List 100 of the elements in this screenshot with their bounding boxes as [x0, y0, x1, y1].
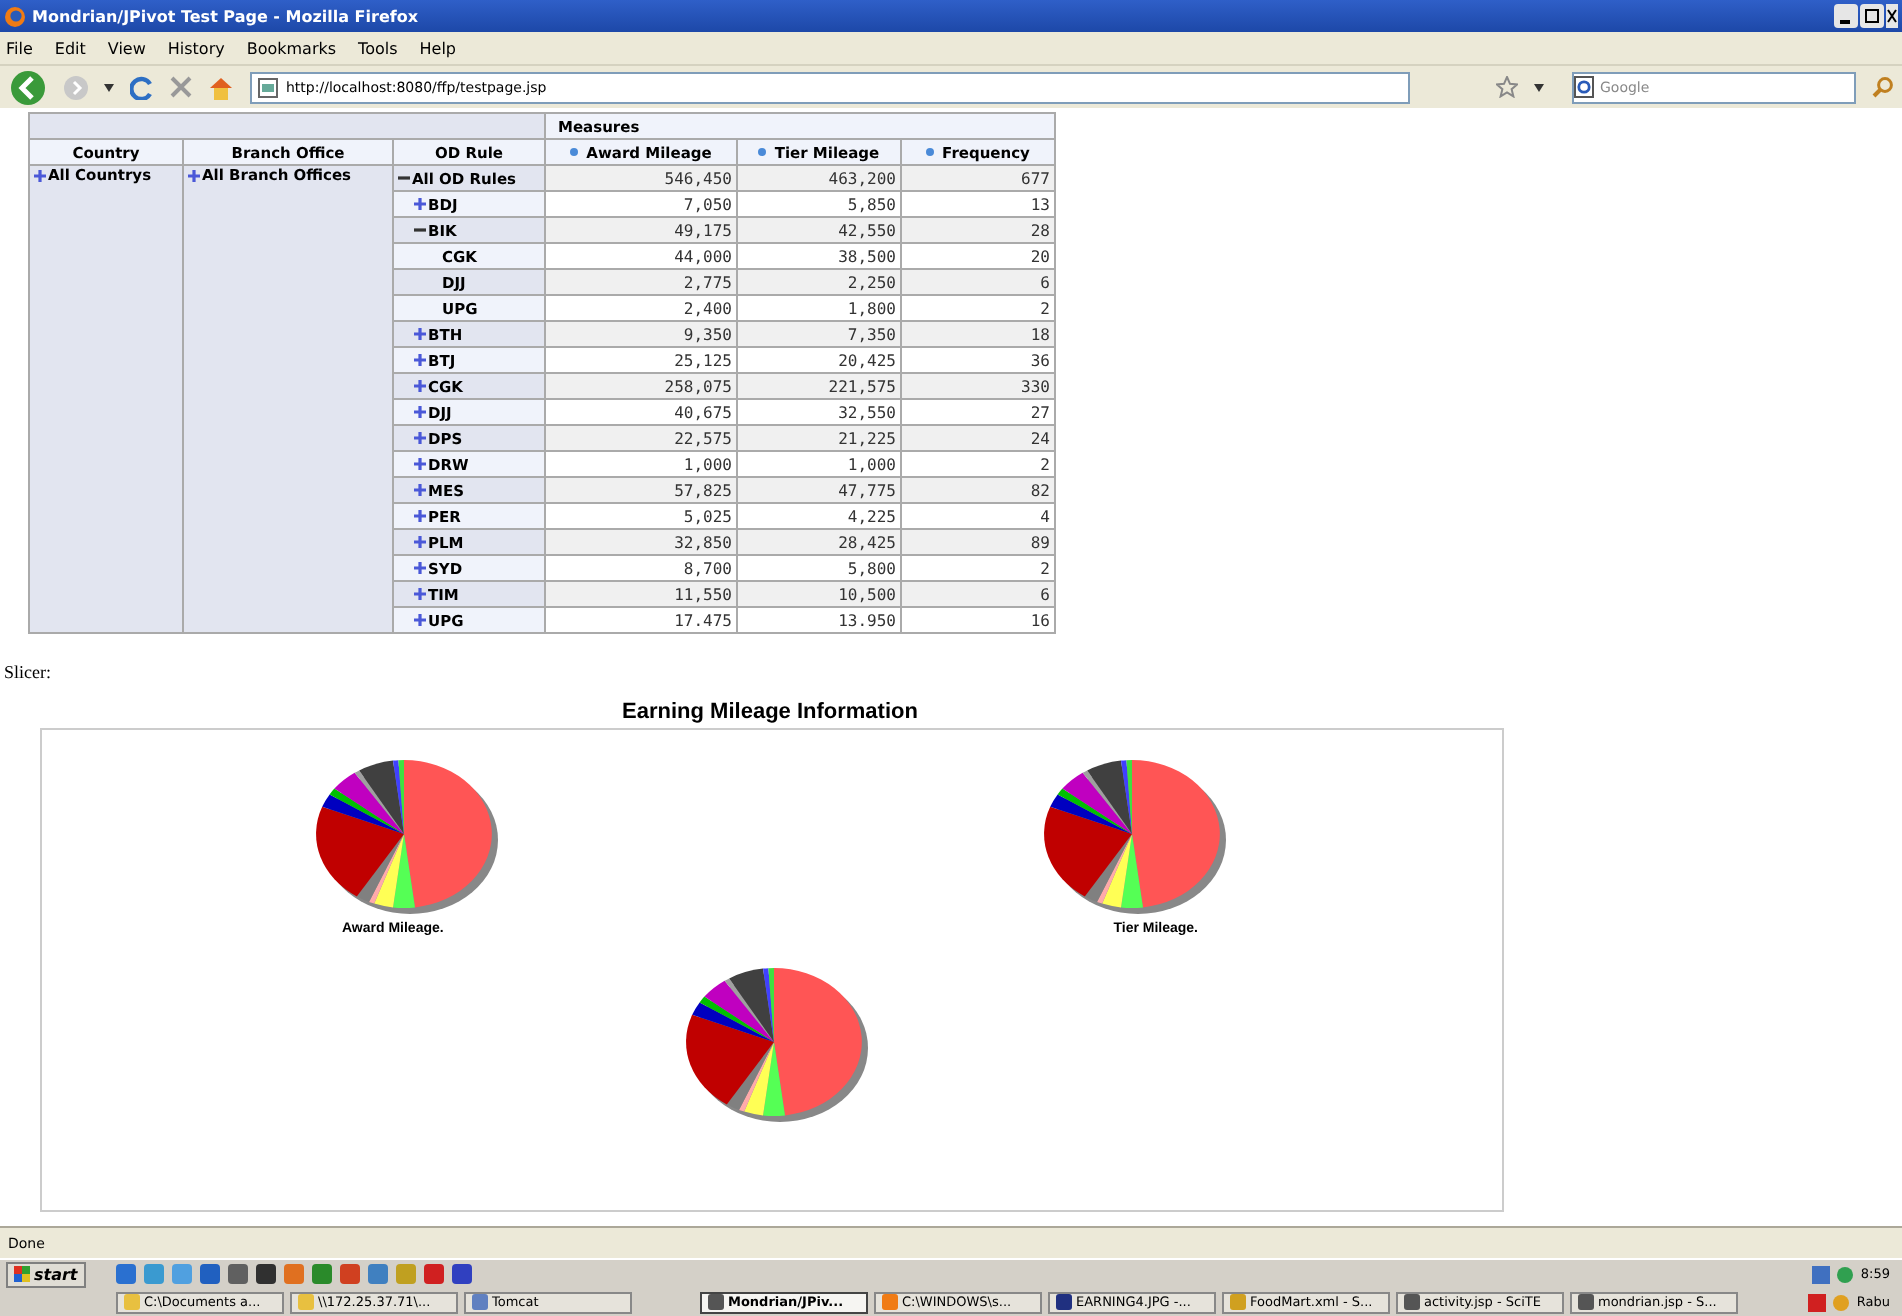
table-cell: 5,850	[737, 191, 901, 217]
expand-icon[interactable]	[414, 458, 426, 471]
table-cell: 2,775	[545, 269, 737, 295]
table-cell: 7,050	[545, 191, 737, 217]
expand-icon[interactable]	[414, 328, 426, 341]
reload-button[interactable]	[130, 75, 154, 99]
stop-button[interactable]	[170, 76, 192, 98]
network-icon	[1812, 1265, 1831, 1283]
expand-icon[interactable]	[414, 198, 426, 211]
search-icon[interactable]	[1872, 76, 1894, 98]
window-icon	[1056, 1294, 1072, 1310]
table-cell: 4	[901, 503, 1055, 529]
expand-icon[interactable]	[414, 380, 426, 393]
table-cell: 1,000	[545, 451, 737, 477]
menu-item[interactable]: Edit	[54, 39, 86, 57]
table-cell: 27	[901, 399, 1055, 425]
table-cell: 7,350	[737, 321, 901, 347]
table-cell: 22,575	[545, 425, 737, 451]
expand-icon[interactable]	[414, 588, 426, 601]
table-cell: 4,225	[737, 503, 901, 529]
app-icon[interactable]	[227, 1264, 248, 1284]
table-cell: 18	[901, 321, 1055, 347]
table-cell: 2,400	[545, 295, 737, 321]
menu-item[interactable]: Tools	[358, 39, 398, 57]
window-icon	[882, 1294, 898, 1310]
app-icon[interactable]	[199, 1264, 220, 1284]
table-cell: 13	[901, 191, 1055, 217]
collapse-icon[interactable]	[414, 224, 426, 237]
table-cell: 42,550	[737, 217, 901, 243]
expand-icon[interactable]	[414, 510, 426, 523]
slicer-label: Slicer:	[4, 662, 53, 682]
table-cell: 82	[901, 477, 1055, 503]
expand-icon[interactable]	[34, 169, 46, 182]
expand-icon[interactable]	[188, 169, 200, 182]
minimize-button[interactable]	[1834, 4, 1858, 28]
table-cell: 6	[901, 269, 1055, 295]
table-cell: 20,425	[737, 347, 901, 373]
window-title: Mondrian/JPivot Test Page - Mozilla Firefox	[32, 7, 421, 25]
menu-item[interactable]: Bookmarks	[246, 39, 337, 57]
table-cell: 10,500	[737, 581, 901, 607]
table-cell: 546,450	[545, 165, 737, 191]
table-cell: 2	[901, 555, 1055, 581]
expand-icon[interactable]	[414, 354, 426, 367]
dropdown-icon[interactable]	[1534, 83, 1544, 91]
table-cell: 24	[901, 425, 1055, 451]
table-cell: 330	[901, 373, 1055, 399]
maximize-button[interactable]	[1860, 4, 1884, 28]
table-cell: 16	[901, 607, 1055, 633]
table-cell: 40,675	[545, 399, 737, 425]
table-cell: 9,350	[545, 321, 737, 347]
window-icon	[298, 1294, 314, 1310]
table-cell: 11,550	[545, 581, 737, 607]
table-cell: 57,825	[545, 477, 737, 503]
window-icon	[708, 1294, 724, 1310]
menu-item[interactable]: History	[167, 39, 225, 57]
expand-icon[interactable]	[414, 614, 426, 627]
window-icon	[472, 1294, 488, 1310]
sort-icon[interactable]	[758, 148, 767, 157]
page-icon	[258, 77, 278, 97]
table-cell: 2	[901, 451, 1055, 477]
table-cell: 463,200	[737, 165, 901, 191]
expand-icon[interactable]	[414, 406, 426, 419]
sort-icon[interactable]	[570, 148, 579, 157]
table-cell: 21,225	[737, 425, 901, 451]
table-cell: 6	[901, 581, 1055, 607]
google-icon	[1574, 76, 1594, 98]
sort-icon[interactable]	[926, 148, 935, 157]
table-cell: 20	[901, 243, 1055, 269]
app-icon[interactable]	[451, 1264, 472, 1284]
table-cell: 13.950	[737, 607, 901, 633]
table-cell: 2	[901, 295, 1055, 321]
table-cell: 677	[901, 165, 1055, 191]
table-cell: 44,000	[545, 243, 737, 269]
table-cell: 1,800	[737, 295, 901, 321]
table-cell: 5,025	[545, 503, 737, 529]
windows-logo-icon	[14, 1266, 30, 1282]
table-cell: 32,850	[545, 529, 737, 555]
expand-icon[interactable]	[414, 536, 426, 549]
table-cell: 17.475	[545, 607, 737, 633]
bookmark-star-icon[interactable]	[1496, 76, 1518, 98]
table-cell: 1,000	[737, 451, 901, 477]
table-cell: 2,250	[737, 269, 901, 295]
expand-icon[interactable]	[414, 432, 426, 445]
window-icon	[1578, 1294, 1594, 1310]
table-cell: 89	[901, 529, 1055, 555]
back-button[interactable]	[8, 69, 48, 105]
menu-item[interactable]: View	[107, 39, 146, 57]
close-button[interactable]	[1886, 4, 1898, 28]
start-button[interactable]: start	[6, 1261, 86, 1287]
table-cell: 25,125	[545, 347, 737, 373]
table-cell: 5,800	[737, 555, 901, 581]
expand-icon[interactable]	[414, 484, 426, 497]
dropdown-icon[interactable]	[104, 83, 114, 91]
collapse-icon[interactable]	[398, 172, 410, 185]
home-button[interactable]	[208, 75, 234, 99]
app-icon[interactable]	[255, 1264, 276, 1284]
menu-item[interactable]: File	[6, 39, 33, 57]
menu-item[interactable]: Help	[419, 39, 457, 57]
table-cell: 28,425	[737, 529, 901, 555]
expand-icon[interactable]	[414, 562, 426, 575]
